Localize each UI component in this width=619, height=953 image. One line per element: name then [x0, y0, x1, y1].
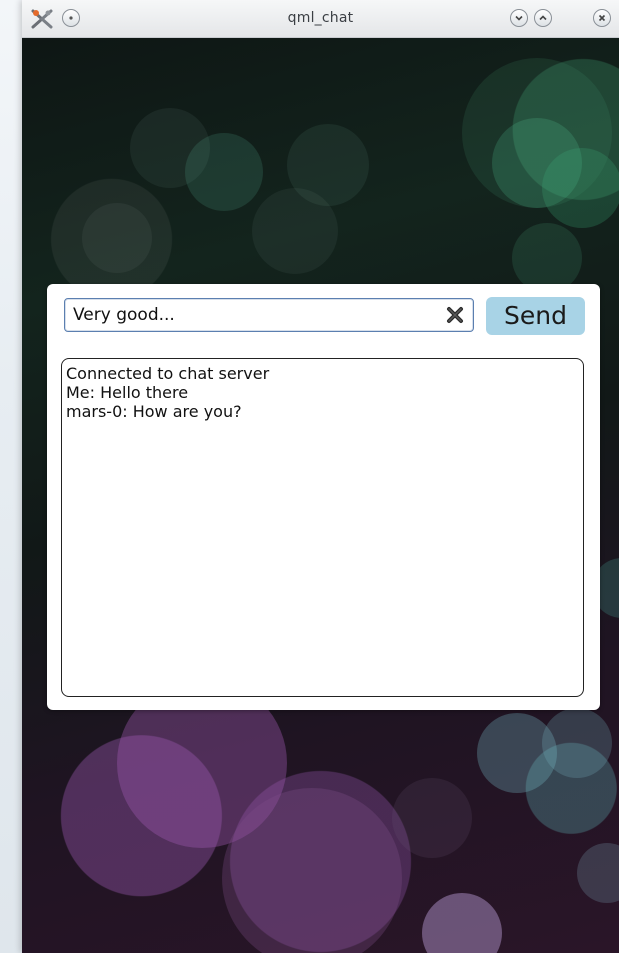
- desktop-background: qml_chat Very good... Send Connected to …: [0, 0, 619, 953]
- chat-panel: Send Connected to chat server Me: Hello …: [47, 284, 600, 710]
- minimize-button[interactable]: [510, 9, 528, 27]
- clear-input-button[interactable]: [445, 305, 465, 325]
- send-button[interactable]: Send: [486, 297, 585, 335]
- message-input[interactable]: [73, 299, 433, 331]
- clear-x-icon: [447, 307, 463, 323]
- bokeh-decoration: [222, 788, 402, 953]
- bokeh-decoration: [422, 893, 502, 953]
- close-icon: [598, 14, 606, 22]
- chevron-down-icon: [515, 15, 523, 21]
- title-bar[interactable]: qml_chat: [22, 0, 619, 38]
- bokeh-decoration: [462, 58, 612, 208]
- close-button[interactable]: [593, 9, 611, 27]
- chat-view-background: Send Connected to chat server Me: Hello …: [22, 38, 619, 953]
- bokeh-decoration: [185, 133, 263, 211]
- bokeh-decoration: [392, 778, 472, 858]
- bokeh-decoration: [82, 203, 152, 273]
- maximize-button[interactable]: [534, 9, 552, 27]
- bokeh-decoration: [512, 223, 582, 293]
- chevron-up-icon: [539, 15, 547, 21]
- bokeh-decoration: [577, 843, 619, 903]
- chat-message: Me: Hello there: [66, 383, 189, 402]
- chat-log[interactable]: Connected to chat server Me: Hello there…: [61, 358, 584, 697]
- chat-message: mars-0: How are you?: [66, 402, 242, 421]
- bokeh-decoration: [252, 188, 338, 274]
- app-window: qml_chat Very good... Send Connected to …: [22, 0, 619, 953]
- message-input-field[interactable]: [64, 298, 474, 332]
- window-title: qml_chat: [287, 10, 354, 26]
- bokeh-decoration: [542, 708, 612, 778]
- chat-message: Connected to chat server: [66, 364, 270, 383]
